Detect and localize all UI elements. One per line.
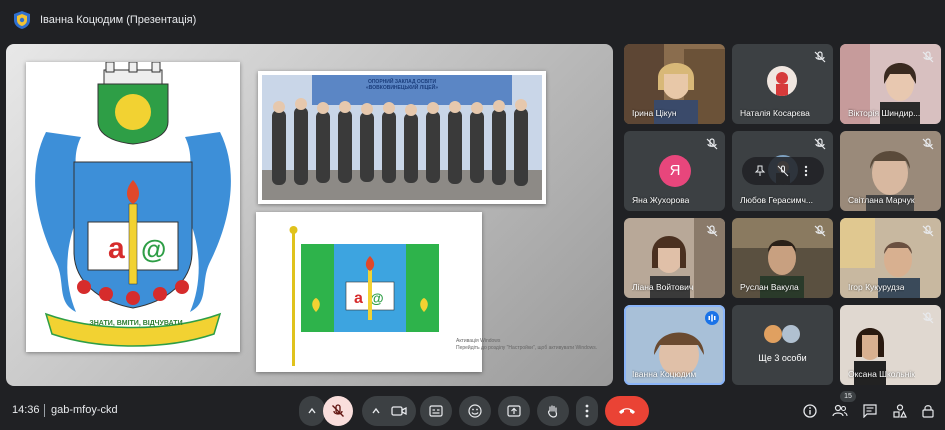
host-controls-icon — [922, 405, 934, 418]
participant-name: Іванна Коцюдим — [632, 369, 697, 379]
participant-tile[interactable]: Ігор Кукурудза — [840, 218, 941, 298]
participant-name: Ірина Цікун — [632, 108, 677, 118]
more-vert-icon[interactable] — [800, 165, 812, 177]
mic-options-button[interactable] — [299, 396, 325, 426]
group-photo-image: ОПОРНИЙ ЗАКЛАД ОСВІТИ «ВОВКОВИНЕЦЬКИЙ ЛІ… — [258, 71, 546, 204]
photo-caption: ОПОРНИЙ ЗАКЛАД ОСВІТИ «ВОВКОВИНЕЦЬКИЙ ЛІ… — [366, 79, 438, 91]
windows-activation-watermark: Активація Windows Перейдіть до розділу "… — [456, 338, 598, 351]
pin-icon[interactable] — [754, 165, 766, 177]
mic-off-icon — [814, 51, 826, 63]
people-count-badge: 15 — [840, 391, 856, 402]
present-icon — [507, 405, 521, 417]
shield-icon — [14, 11, 30, 29]
more-participants-tile[interactable]: Ще 3 особи — [732, 305, 833, 385]
svg-text:а: а — [108, 232, 125, 265]
top-bar: Іванна Коцюдим (Презентація) — [0, 0, 945, 40]
present-button[interactable] — [498, 396, 530, 426]
emoji-button[interactable] — [459, 396, 491, 426]
school-flag-image: а @ — [256, 212, 482, 372]
host-controls-button[interactable] — [918, 401, 938, 421]
captions-icon — [429, 405, 443, 417]
activities-icon — [893, 404, 907, 418]
participant-tile[interactable]: Наталія Косарєва — [732, 44, 833, 124]
camera-icon[interactable] — [391, 405, 407, 417]
end-call-icon — [619, 408, 635, 414]
presentation-title: Іванна Коцюдим (Презентація) — [40, 14, 197, 26]
participant-tile[interactable]: Вікторія Шиндир... — [840, 44, 941, 124]
avatar: Я — [659, 155, 691, 187]
meeting-details-button[interactable] — [800, 401, 820, 421]
chevron-up-icon — [308, 407, 316, 414]
divider — [44, 404, 45, 417]
bottom-bar: 14:36 gab-mfoy-ckd — [0, 392, 945, 430]
svg-text:а: а — [354, 290, 363, 307]
more-vert-icon — [585, 404, 589, 418]
participant-name: Вікторія Шиндир... — [848, 108, 921, 118]
participant-tile[interactable]: Ліана Войтович — [624, 218, 725, 298]
participant-tile[interactable]: Оксана Школьнік — [840, 305, 941, 385]
participant-tile[interactable]: Світлана Марчук — [840, 131, 941, 211]
info-icon — [803, 404, 817, 418]
participant-tile[interactable]: Ірина Цікун — [624, 44, 725, 124]
svg-text:@: @ — [370, 290, 384, 306]
mic-off-icon — [922, 225, 934, 237]
people-icon — [832, 404, 848, 417]
mic-off-icon — [706, 225, 718, 237]
raise-hand-icon — [548, 405, 558, 418]
mic-toggle-button[interactable] — [323, 396, 353, 426]
mic-off-icon — [814, 138, 826, 150]
mic-off-icon — [706, 138, 718, 150]
participant-tile[interactable]: Я Яна Жухорова — [624, 131, 725, 211]
coat-of-arms-image: а @ ЗНАТИ, ВМІТИ, ВІДЧУВАТИ — [26, 61, 240, 352]
activities-button[interactable] — [890, 401, 910, 421]
clock: 14:36 — [12, 404, 40, 416]
participant-name: Яна Жухорова — [632, 195, 690, 205]
meeting-code[interactable]: gab-mfoy-ckd — [51, 404, 118, 416]
more-options-button[interactable] — [576, 396, 598, 426]
mic-off-icon — [922, 51, 934, 63]
presentation-slide: а @ ЗНАТИ, ВМІТИ, ВІДЧУВАТИ ОПОРНИЙ ЗАКЛ… — [6, 44, 613, 386]
participant-name: Наталія Косарєва — [740, 108, 810, 118]
chat-button[interactable] — [860, 401, 880, 421]
participant-name: Ігор Кукурудза — [848, 282, 905, 292]
presentation-stage[interactable]: а @ ЗНАТИ, ВМІТИ, ВІДЧУВАТИ ОПОРНИЙ ЗАКЛ… — [6, 44, 613, 386]
participant-tile[interactable]: Іванна Коцюдим — [624, 305, 725, 385]
camera-button-group[interactable] — [362, 396, 416, 426]
people-button[interactable] — [830, 401, 850, 421]
emoji-icon — [468, 404, 482, 418]
coat-motto: ЗНАТИ, ВМІТИ, ВІДЧУВАТИ — [89, 320, 183, 327]
avatar — [767, 66, 797, 96]
mic-off-icon — [332, 404, 344, 417]
avatar — [782, 325, 800, 343]
avatar — [764, 325, 782, 343]
participant-name: Любов Герасимч... — [740, 195, 813, 205]
speaking-icon — [705, 311, 719, 325]
end-call-button[interactable] — [605, 396, 649, 426]
captions-button[interactable] — [420, 396, 452, 426]
mic-off-icon[interactable] — [777, 165, 789, 177]
raise-hand-button[interactable] — [537, 396, 569, 426]
participant-tile[interactable]: Руслан Вакула — [732, 218, 833, 298]
participant-tile[interactable]: Любов Герасимч... — [732, 131, 833, 211]
participant-name: Оксана Школьнік — [848, 369, 916, 379]
mic-off-icon — [922, 312, 934, 324]
tile-hover-controls — [742, 157, 824, 185]
more-participants-label: Ще 3 особи — [758, 353, 807, 363]
mic-off-icon — [922, 138, 934, 150]
participant-name: Ліана Войтович — [632, 282, 694, 292]
participant-name: Руслан Вакула — [740, 282, 799, 292]
chat-icon — [863, 404, 877, 418]
svg-text:@: @ — [141, 234, 166, 264]
chevron-up-icon[interactable] — [371, 406, 381, 416]
mic-off-icon — [814, 225, 826, 237]
participant-name: Світлана Марчук — [848, 195, 915, 205]
